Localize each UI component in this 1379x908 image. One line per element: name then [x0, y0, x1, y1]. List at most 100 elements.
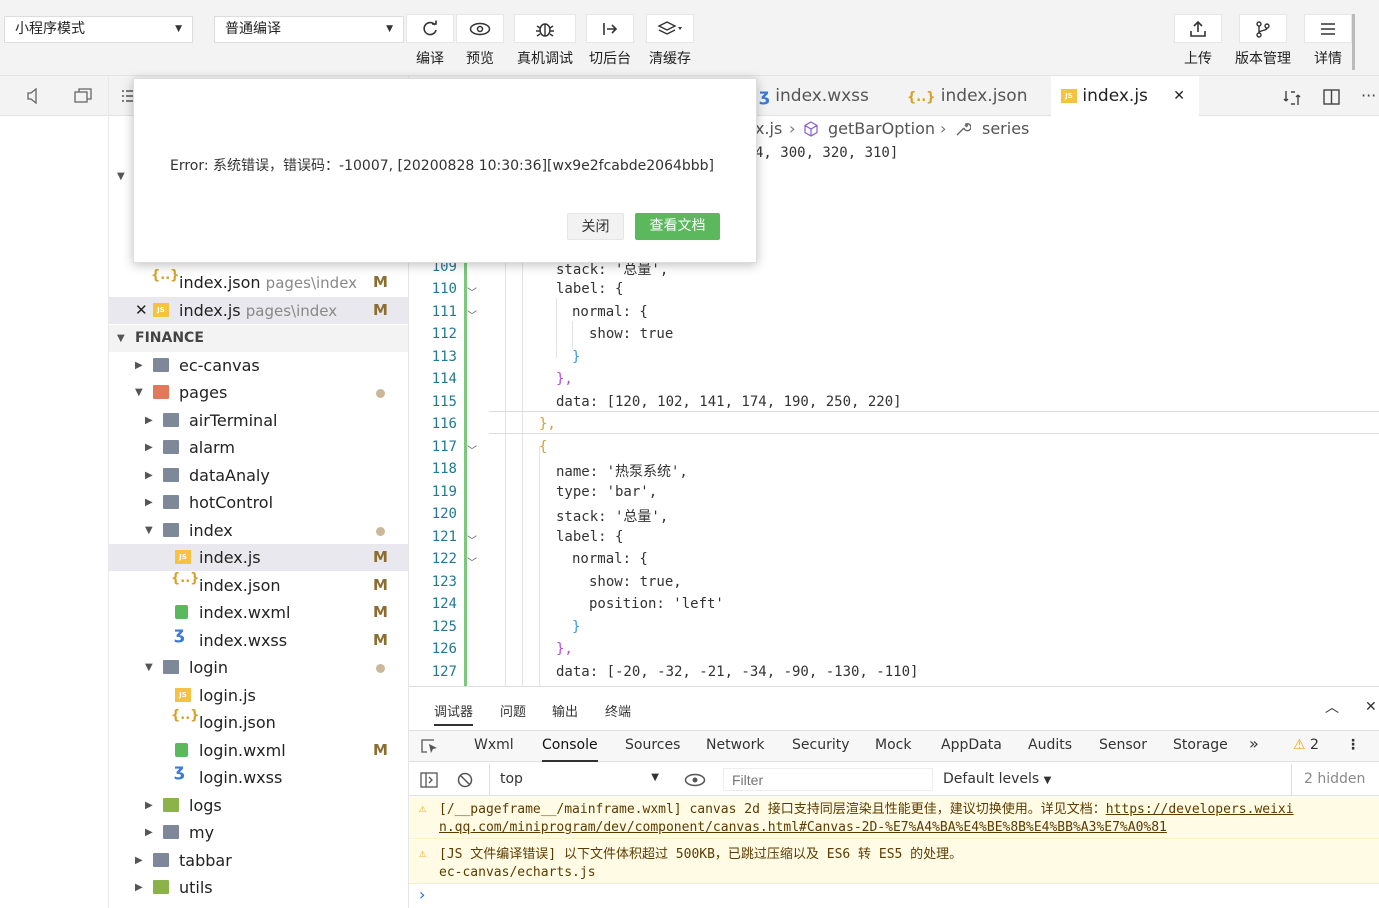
context-select[interactable]: top ▼ — [489, 764, 669, 795]
folder-icon — [153, 853, 169, 867]
tree-file[interactable]: JS login.js — [109, 682, 408, 709]
close-icon[interactable]: ✕ — [135, 297, 148, 324]
upload-label: 上传 — [1184, 51, 1212, 67]
open-file-item[interactable]: ✕ JS index.js pages\index M — [109, 297, 408, 324]
console-prompt[interactable]: › — [419, 885, 425, 904]
fold-icon[interactable]: ﹀ — [467, 442, 477, 457]
tab-index-wxss[interactable]: ʒ index.wxss — [749, 76, 897, 116]
breadcrumb-method[interactable]: getBarOption — [828, 117, 935, 141]
details-button[interactable]: 详情 — [1302, 14, 1354, 68]
tree-file[interactable]: {..} index.json M — [109, 572, 408, 599]
compile-select[interactable]: 普通编译 ▼ — [214, 16, 404, 43]
close-button[interactable]: 关闭 — [567, 213, 624, 240]
doc-link[interactable]: https://developers.weixi — [1106, 802, 1294, 817]
tree-folder[interactable]: ▼ pages — [109, 379, 408, 406]
view-docs-button[interactable]: 查看文档 — [635, 213, 720, 240]
tab-mock[interactable]: Mock — [875, 737, 911, 753]
tree-folder[interactable]: ▶ tabbar — [109, 847, 408, 874]
tab-network[interactable]: Network — [706, 737, 764, 753]
mode-select[interactable]: 小程序模式 ▼ — [4, 16, 193, 43]
doc-link-continued[interactable]: n.qq.com/miniprogram/dev/component/canva… — [439, 820, 1167, 835]
tree-folder[interactable]: ▼ login — [109, 654, 408, 681]
tree-folder[interactable]: ▶ my — [109, 819, 408, 846]
tree-file[interactable]: login.wxml M — [109, 737, 408, 764]
folder-icon — [163, 825, 179, 839]
tree-file[interactable]: index.wxml M — [109, 599, 408, 626]
tree-file[interactable]: {..} login.json — [109, 709, 408, 736]
split-editor-icon[interactable] — [1323, 89, 1341, 105]
indent-guide — [556, 298, 557, 358]
tab-console[interactable]: Console — [542, 737, 598, 762]
switch-background-button[interactable]: 切后台 — [584, 14, 636, 68]
tab-index-json[interactable]: {..} index.json — [897, 76, 1045, 116]
tree-folder[interactable]: ▶ ec-canvas — [109, 352, 408, 379]
tab-sources[interactable]: Sources — [625, 737, 680, 753]
kebab-menu-icon[interactable]: ⋮ — [1346, 737, 1360, 753]
line-number: 110 — [431, 281, 457, 297]
inspect-icon[interactable] — [421, 739, 439, 755]
folder-open-icon — [163, 660, 179, 674]
tree-file[interactable]: ʒ index.wxss M — [109, 624, 408, 654]
window-icon[interactable] — [74, 88, 92, 104]
sidebar-toggle-icon[interactable] — [420, 772, 438, 788]
tab-debugger[interactable]: 调试器 — [434, 701, 474, 726]
log-levels-select[interactable]: Default levels ▼ — [943, 771, 1051, 787]
json-file-icon: {..} — [151, 268, 180, 283]
line-number: 123 — [431, 574, 457, 590]
fold-icon[interactable]: ﹀ — [467, 284, 477, 299]
close-icon[interactable]: ✕ — [1173, 76, 1185, 116]
chevron-down-icon: ▼ — [145, 525, 153, 536]
console-filter-bar: top ▼ Default levels ▼ 2 hidden — [409, 764, 1379, 796]
chevron-up-icon[interactable]: ︿ — [1325, 697, 1339, 717]
tab-appdata[interactable]: AppData — [941, 737, 1002, 753]
tab-wxml[interactable]: Wxml — [474, 737, 514, 753]
more-icon[interactable]: ··· — [1361, 86, 1376, 105]
tree-folder[interactable]: ▶ dataAnaly — [109, 462, 408, 489]
preview-button[interactable]: 预览 — [454, 14, 506, 68]
more-tabs-icon[interactable]: » — [1249, 734, 1259, 753]
tree-file[interactable]: JS index.js M — [109, 544, 408, 571]
upload-button[interactable]: 上传 — [1172, 14, 1224, 68]
tree-file[interactable]: ʒ login.wxss — [109, 763, 408, 791]
modified-dot — [376, 527, 385, 536]
version-control-button[interactable]: 版本管理 — [1234, 14, 1292, 68]
breadcrumb-property[interactable]: series — [982, 117, 1029, 141]
compile-button[interactable]: 编译 — [404, 14, 456, 68]
eye-icon[interactable] — [684, 773, 706, 787]
fold-icon[interactable]: ﹀ — [467, 307, 477, 322]
clear-console-icon[interactable] — [457, 772, 473, 788]
switch-background-label: 切后台 — [589, 51, 631, 67]
remote-debug-button[interactable]: 真机调试 — [512, 14, 578, 68]
modified-dot — [376, 389, 385, 398]
breadcrumb-file[interactable]: x.js — [755, 117, 782, 141]
tab-index-js[interactable]: JS index.js ✕ — [1051, 76, 1199, 116]
tab-sensor[interactable]: Sensor — [1099, 737, 1147, 753]
warning-counter[interactable]: ⚠ 2 — [1293, 737, 1319, 753]
filter-input[interactable] — [723, 768, 933, 791]
clear-cache-button[interactable]: 清缓存 — [644, 14, 696, 68]
wxss-file-icon: ʒ — [174, 624, 185, 644]
tab-audits[interactable]: Audits — [1028, 737, 1072, 753]
tree-folder[interactable]: ▶ alarm — [109, 434, 408, 461]
tree-folder[interactable]: ▶ airTerminal — [109, 407, 408, 434]
speaker-icon[interactable] — [26, 88, 40, 104]
tab-output[interactable]: 输出 — [552, 701, 578, 720]
tree-folder[interactable]: ▼ index — [109, 517, 408, 544]
line-number: 111 — [431, 304, 457, 320]
tree-folder[interactable]: ▶ logs — [109, 792, 408, 819]
modified-badge: M — [373, 631, 388, 649]
fold-icon[interactable]: ﹀ — [467, 554, 477, 569]
tree-folder[interactable]: ▶ hotControl — [109, 489, 408, 516]
compare-icon[interactable] — [1283, 89, 1303, 107]
tab-terminal[interactable]: 终端 — [605, 701, 631, 720]
tab-storage[interactable]: Storage — [1173, 737, 1228, 753]
tab-problems[interactable]: 问题 — [500, 701, 526, 720]
project-header[interactable]: ▼ FINANCE — [109, 325, 408, 352]
tree-folder[interactable]: ▶ utils — [109, 874, 408, 901]
warning-text: [/__pageframe__/mainframe.wxml] canvas 2… — [439, 802, 1106, 817]
fold-icon[interactable]: ﹀ — [467, 532, 477, 547]
tab-security[interactable]: Security — [792, 737, 850, 753]
close-icon[interactable]: ✕ — [1365, 699, 1377, 715]
open-file-item[interactable]: {..} index.json pages\index M — [109, 268, 408, 296]
tree-label: index.wxss — [199, 631, 288, 650]
